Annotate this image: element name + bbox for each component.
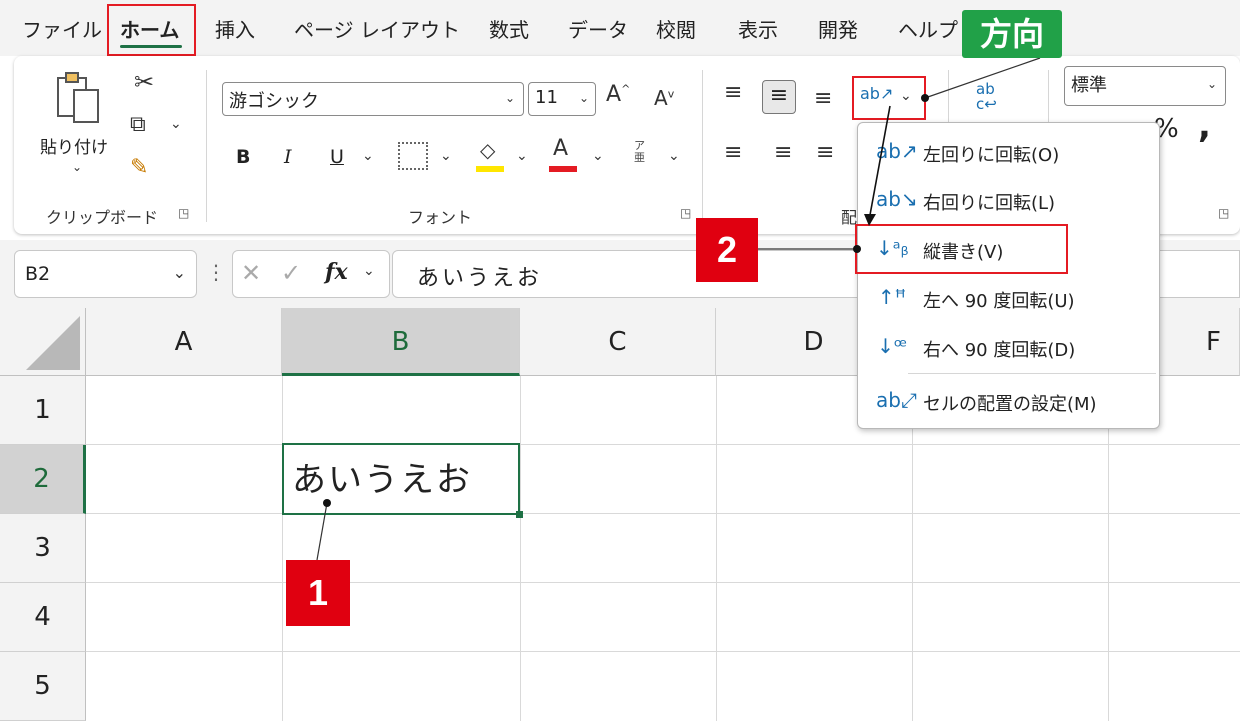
step-1-callout: 1 — [286, 560, 350, 626]
annotation-lines — [316, 57, 1041, 561]
direction-callout: 方向 — [962, 10, 1062, 58]
step-2-callout: 2 — [696, 218, 758, 282]
